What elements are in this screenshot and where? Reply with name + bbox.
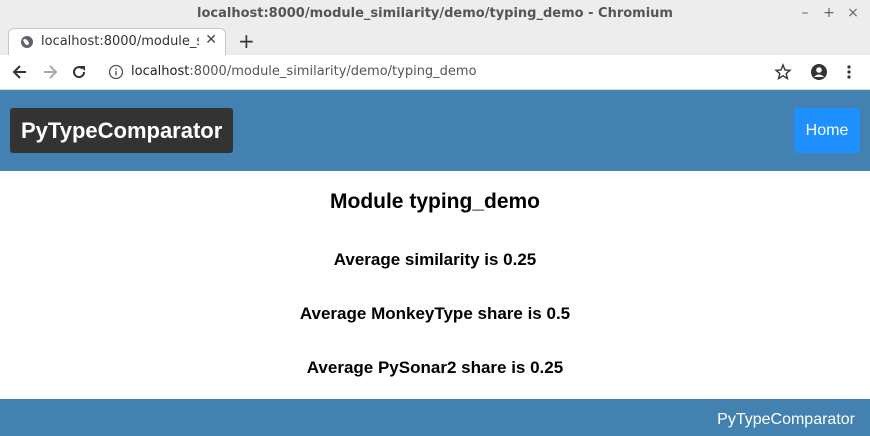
brand-link[interactable]: PyTypeComparator [10,108,234,153]
globe-icon [21,36,33,48]
info-icon[interactable] [108,64,124,80]
footer-brand: PyTypeComparator [717,411,855,428]
account-icon[interactable] [809,62,829,82]
tab-strip: localhost:8000/module_similarity/demo/ty… [0,28,870,55]
browser-tab[interactable]: localhost:8000/module_similarity/demo/ty… [8,28,226,55]
home-button[interactable]: Home [794,108,860,153]
maximize-icon[interactable]: + [820,4,838,22]
url-host: localhost [131,64,190,79]
stat-similarity: Average similarity is 0.25 [333,250,537,269]
minimize-icon[interactable]: – [796,4,814,22]
window-titlebar: localhost:8000/module_similarity/demo/ty… [0,0,870,28]
stat-pysonar2-share: Average PySonar2 share is 0.25 [306,358,564,377]
back-icon[interactable] [10,62,30,82]
address-bar-url[interactable]: localhost:8000/module_similarity/demo/ty… [131,64,477,79]
page-footer: PyTypeComparator [0,399,870,436]
window-title: localhost:8000/module_similarity/demo/ty… [197,6,673,21]
page-title: Module typing_demo [330,190,540,213]
menu-icon[interactable] [839,62,859,82]
close-icon[interactable]: × [844,4,862,22]
new-tab-icon[interactable]: + [238,29,255,53]
star-icon[interactable] [773,62,793,82]
main-content: Module typing_demo Average similarity is… [0,171,870,399]
url-path: :8000/module_similarity/demo/typing_demo [189,64,477,79]
stat-monkeytype-share: Average MonkeyType share is 0.5 [299,304,571,323]
app-header: PyTypeComparator Home [0,90,870,171]
tab-close-icon[interactable]: ✕ [205,32,217,48]
forward-icon[interactable] [40,62,60,82]
browser-toolbar: localhost:8000/module_similarity/demo/ty… [0,55,870,90]
reload-icon[interactable] [69,62,89,82]
tab-title: localhost:8000/module_similarity/demo/ty… [41,34,199,49]
